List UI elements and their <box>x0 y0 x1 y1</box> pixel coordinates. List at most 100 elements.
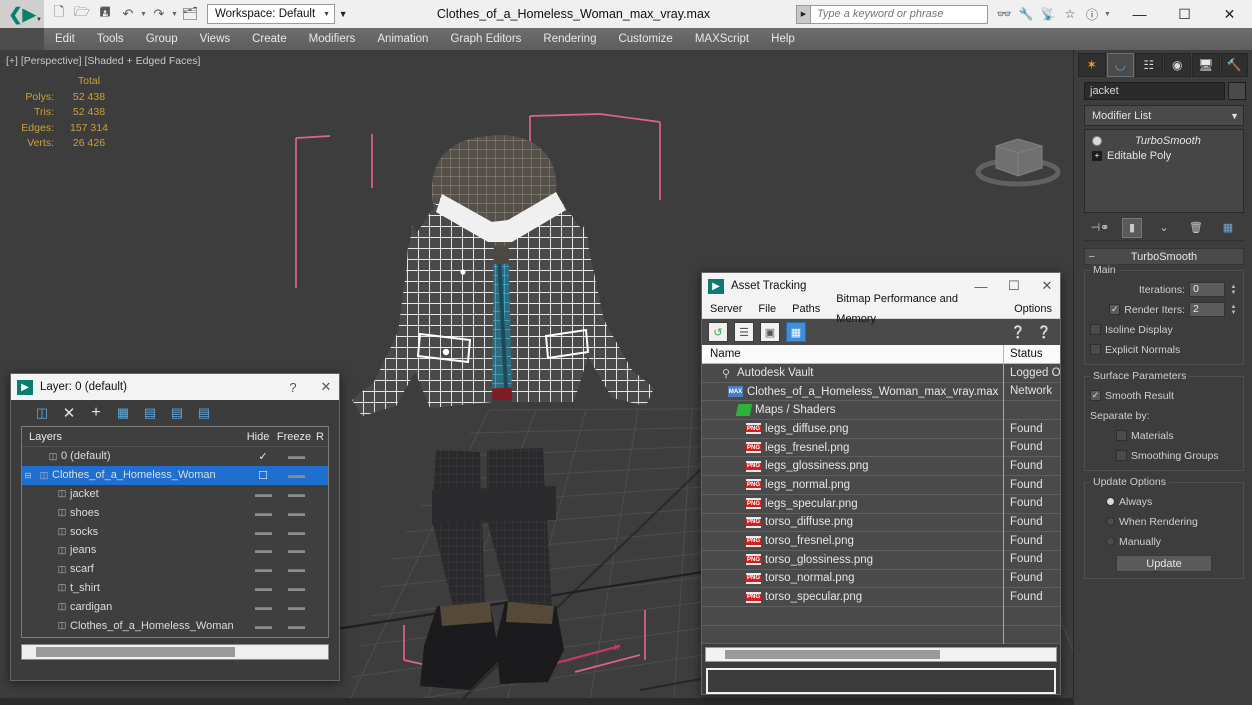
layer-horizontal-scrollbar[interactable] <box>21 644 329 660</box>
smoothing-groups-checkbox[interactable] <box>1116 450 1127 461</box>
plus-icon[interactable]: + <box>87 404 105 422</box>
layer-hide-cell[interactable]: ▬▬ <box>248 507 278 519</box>
layer-list[interactable]: Layers Hide Freeze R ◫ 0 (default) ✓ ▬▬ ⊟ ◫ Cl… <box>21 426 329 638</box>
layer-freeze-cell[interactable]: ▬▬ <box>278 451 314 461</box>
collapse-minus-icon[interactable]: – <box>1089 251 1095 262</box>
update-button[interactable]: Update <box>1116 555 1212 572</box>
layer-hide-cell[interactable]: ▬▬ <box>248 582 278 594</box>
asset-row[interactable]: PNG legs_diffuse.png Found <box>702 419 1060 439</box>
refresh-arrows-icon[interactable]: ↺ <box>708 322 728 342</box>
layer-hide-cell[interactable]: ▬▬ <box>248 544 278 556</box>
tab-motion[interactable]: ◉ <box>1163 53 1191 77</box>
delete-x-icon[interactable]: ✕ <box>60 404 78 422</box>
asset-row[interactable]: PNG torso_diffuse.png Found <box>702 513 1060 533</box>
layer-row[interactable]: ◫ Clothes_of_a_Homeless_Woman ▬▬ ▬▬ <box>22 616 328 635</box>
layer-row[interactable]: ◫ t_shirt ▬▬ ▬▬ <box>22 579 328 598</box>
configure-sets-icon[interactable]: ▦ <box>1218 218 1238 238</box>
smooth-result-checkbox[interactable]: ✓ <box>1090 390 1101 401</box>
menu-item-animation[interactable]: Animation <box>366 28 439 50</box>
layer-freeze-cell[interactable]: ▬▬ <box>278 602 314 612</box>
help-dropdown-arrow-icon[interactable]: ▼ <box>1104 11 1111 18</box>
select-layer-objects-icon[interactable]: ▦ <box>114 404 132 422</box>
asset-row[interactable]: PNG legs_normal.png Found <box>702 475 1060 495</box>
render-iters-spinner[interactable]: 2 <box>1189 302 1225 317</box>
wrench-icon[interactable]: 🔧 <box>1016 4 1036 24</box>
layer-freeze-cell[interactable]: ▬▬ <box>278 583 314 593</box>
menu-item-customize[interactable]: Customize <box>607 28 683 50</box>
satellite-dish-icon[interactable]: 📡 <box>1038 4 1058 24</box>
update-manually-radio[interactable] <box>1106 537 1115 546</box>
layer-row[interactable]: ◫ shoes ▬▬ ▬▬ <box>22 503 328 522</box>
asset-menu-paths[interactable]: Paths <box>784 299 828 319</box>
layer-dialog[interactable]: ▶ Layer: 0 (default) ? ✕ ◫ ✕ + ▦ ▤ ▤ ▤ L… <box>10 373 340 681</box>
help-new-features-icon[interactable]: ❔ <box>1008 322 1028 342</box>
lightbulb-icon[interactable] <box>1092 135 1102 146</box>
asset-row[interactable]: PNG legs_fresnel.png Found <box>702 438 1060 458</box>
undo-button[interactable]: ↶ <box>117 3 139 25</box>
open-file-button[interactable]: 🗁 <box>71 3 93 25</box>
update-when-rendering-radio[interactable] <box>1106 517 1115 526</box>
search-box[interactable] <box>810 4 988 24</box>
search-expand-arrow-icon[interactable]: ▶ <box>796 4 810 24</box>
set-layer-icon[interactable]: ▤ <box>195 404 213 422</box>
menu-item-help[interactable]: Help <box>760 28 806 50</box>
object-name-field[interactable]: jacket <box>1084 82 1225 100</box>
asset-row[interactable]: PNG legs_glossiness.png Found <box>702 456 1060 477</box>
search-input[interactable] <box>817 8 987 20</box>
modifier-stack-item-editable-poly[interactable]: + Editable Poly <box>1087 148 1241 163</box>
show-result-icon[interactable]: ▮ <box>1122 217 1142 238</box>
scrollbar-thumb[interactable] <box>725 650 940 660</box>
layer-freeze-cell[interactable]: ▬▬ <box>278 470 314 480</box>
asset-row[interactable]: PNG torso_glossiness.png Found <box>702 550 1060 570</box>
layer-freeze-cell[interactable]: ▬▬ <box>278 508 314 518</box>
pin-icon[interactable]: ⊣⚭ <box>1090 218 1110 238</box>
help-question-icon[interactable]: ❔ <box>1034 322 1054 342</box>
menu-item-rendering[interactable]: Rendering <box>532 28 607 50</box>
menu-item-create[interactable]: Create <box>241 28 298 50</box>
explicit-normals-checkbox[interactable] <box>1090 344 1101 355</box>
help-question-icon[interactable]: ⓘ <box>1082 4 1102 24</box>
asset-row[interactable] <box>702 606 1060 626</box>
redo-dropdown-arrow-icon[interactable]: ▼ <box>171 11 178 18</box>
asset-menu-file[interactable]: File <box>750 299 784 319</box>
layer-freeze-cell[interactable]: ▬▬ <box>278 489 314 499</box>
isoline-display-checkbox[interactable] <box>1090 324 1101 335</box>
modifier-stack-item-turbosmooth[interactable]: TurboSmooth <box>1087 133 1241 148</box>
asset-row[interactable]: PNG torso_fresnel.png Found <box>702 531 1060 551</box>
layer-row[interactable]: ◫ scarf ▬▬ ▬▬ <box>22 560 328 579</box>
layer-row[interactable]: ◫ jacket ▬▬ ▬▬ <box>22 485 328 504</box>
application-menu-button[interactable]: ❮▶ ▼ <box>0 0 44 28</box>
redo-button[interactable]: ↷ <box>148 3 170 25</box>
menu-item-modifiers[interactable]: Modifiers <box>298 28 367 50</box>
update-always-radio[interactable] <box>1106 497 1115 506</box>
asset-row[interactable]: PNG torso_normal.png Found <box>702 569 1060 589</box>
plus-box-icon[interactable]: + <box>1092 150 1102 161</box>
star-favorite-icon[interactable]: ☆ <box>1060 4 1080 24</box>
maximize-button[interactable]: ☐ <box>1162 0 1207 28</box>
help-question-icon[interactable]: ? <box>280 374 306 400</box>
workspace-dropdown-button[interactable]: ▼ <box>335 4 351 24</box>
layer-hide-cell[interactable]: ✓ <box>248 450 278 463</box>
asset-row[interactable]: ⚲ Autodesk Vault Logged O <box>702 363 1060 383</box>
asset-horizontal-scrollbar[interactable] <box>705 647 1057 663</box>
layer-freeze-cell[interactable]: ▬▬ <box>278 621 314 631</box>
save-file-button[interactable]: 🖪 <box>94 3 116 25</box>
layer-hide-cell[interactable]: ▬▬ <box>248 488 278 500</box>
layer-hide-cell[interactable]: ▬▬ <box>248 563 278 575</box>
new-layer-icon[interactable]: ◫ <box>33 404 51 422</box>
iterations-spinner[interactable]: 0 <box>1189 282 1225 297</box>
render-iters-checkbox[interactable]: ✓ <box>1109 304 1121 315</box>
trash-icon[interactable]: 🗑 <box>1186 218 1206 238</box>
asset-row[interactable]: PNG legs_specular.png Found <box>702 494 1060 514</box>
layer-freeze-cell[interactable]: ▬▬ <box>278 564 314 574</box>
workspace-selector[interactable]: Workspace: Default ▼ <box>207 4 336 24</box>
asset-row[interactable]: Maps / Shaders <box>702 400 1060 421</box>
menu-item-group[interactable]: Group <box>135 28 189 50</box>
menu-item-maxscript[interactable]: MAXScript <box>684 28 760 50</box>
layer-row[interactable]: ◫ cardigan ▬▬ ▬▬ <box>22 597 328 616</box>
layer-freeze-cell[interactable]: ▬▬ <box>278 527 314 537</box>
render-iters-stepper-arrows-icon[interactable]: ▲ ▼ <box>1229 302 1238 317</box>
layer-hide-cell[interactable]: ☐ <box>248 469 278 482</box>
object-color-swatch[interactable] <box>1228 82 1246 100</box>
layer-hide-cell[interactable]: ▬▬ <box>248 601 278 613</box>
